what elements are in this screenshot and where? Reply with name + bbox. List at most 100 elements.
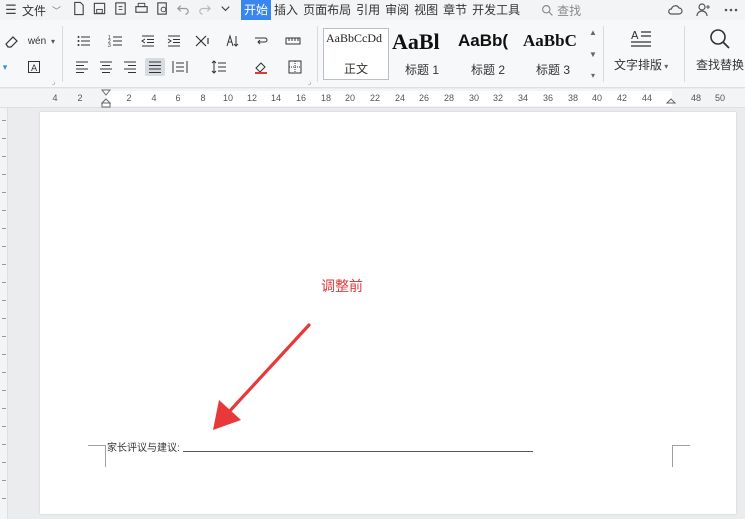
tab-page-layout[interactable]: 页面布局 — [301, 0, 353, 20]
vertical-ruler[interactable] — [0, 108, 8, 519]
horizontal-ruler[interactable]: 4 2 2 4 6 8 10 12 14 16 18 20 22 24 26 2… — [0, 89, 745, 108]
dialog-launcher-icon[interactable]: ⌟ — [52, 78, 55, 86]
tab-review[interactable]: 审阅 — [383, 0, 411, 20]
ruler-tick: 44 — [641, 93, 653, 103]
crop-mark — [88, 445, 106, 467]
search-box[interactable]: 查找 — [541, 2, 581, 19]
menu-icon[interactable]: ☰ — [0, 2, 22, 18]
styles-scroll-down-icon[interactable]: ▼ — [589, 50, 597, 59]
style-heading-1-label: 标题 1 — [404, 63, 439, 77]
ruler-tick: 10 — [222, 93, 234, 103]
sort-icon[interactable] — [222, 32, 242, 50]
more-options-icon[interactable] — [723, 2, 739, 21]
share-user-icon[interactable] — [695, 2, 711, 21]
decrease-indent-icon[interactable] — [138, 32, 158, 50]
shading-icon[interactable] — [248, 58, 274, 76]
ruler-tick: 16 — [295, 93, 307, 103]
tab-references[interactable]: 引用 — [354, 0, 382, 20]
form-line[interactable]: 家长评议与建议: — [107, 439, 533, 454]
form-line-underline — [182, 451, 533, 452]
new-document-icon[interactable] — [71, 1, 86, 19]
redo-icon[interactable] — [197, 1, 212, 19]
find-replace-label: 查找替换 — [696, 58, 745, 72]
ruler-tick: 14 — [270, 93, 282, 103]
export-pdf-icon[interactable] — [113, 1, 128, 19]
font-color-dropdown-icon[interactable]: ▾ — [0, 58, 10, 76]
ruler-tick: 18 — [320, 93, 332, 103]
ruler-tick: 34 — [517, 93, 529, 103]
ruler-tick: 24 — [394, 93, 406, 103]
tab-developer[interactable]: 开发工具 — [470, 0, 522, 20]
crop-mark — [672, 445, 690, 467]
style-heading-3-label: 标题 3 — [535, 63, 570, 77]
phonetic-guide-label: wén — [27, 35, 47, 47]
file-menu[interactable]: 文件 ﹀ — [22, 2, 61, 19]
styles-expand-icon[interactable]: ▾ — [591, 71, 595, 80]
eraser-icon[interactable] — [2, 32, 22, 50]
style-normal-label: 正文 — [343, 62, 368, 76]
increase-indent-icon[interactable] — [164, 32, 184, 50]
ruler-tick: 48 — [690, 93, 702, 103]
file-menu-label: 文件 — [22, 3, 47, 18]
borders-icon[interactable] — [282, 58, 308, 76]
cloud-sync-icon[interactable] — [667, 2, 683, 21]
menu-bar: ☰ 文件 ﹀ 开始 插入 页面布局 引用 审阅 视图 章节 开发工具 查找 — [0, 0, 745, 20]
ruler-tick: 12 — [246, 93, 258, 103]
ruler-tick: 26 — [418, 93, 430, 103]
chinese-layout-icon[interactable] — [190, 32, 214, 50]
tab-chapter[interactable]: 章节 — [441, 0, 469, 20]
first-line-indent-marker[interactable] — [101, 89, 111, 108]
numbered-list-icon[interactable]: 123 — [104, 32, 128, 50]
ruler-tick: 38 — [567, 93, 579, 103]
save-icon[interactable] — [92, 1, 107, 19]
style-heading-2-label: 标题 2 — [470, 63, 505, 77]
style-heading-3[interactable]: AaBbC 标题 3 — [521, 28, 585, 80]
ruler-tick: 8 — [200, 93, 206, 103]
style-heading-2-sample: AaBb( — [458, 31, 509, 50]
phonetic-guide-button[interactable]: wén — [26, 32, 48, 50]
ruler-tick: 4 — [151, 93, 157, 103]
align-left-icon[interactable] — [72, 58, 92, 76]
ruler-tick: 32 — [492, 93, 504, 103]
right-indent-marker[interactable] — [666, 89, 676, 108]
annotation-label: 调整前 — [321, 279, 363, 295]
align-right-icon[interactable] — [120, 58, 140, 76]
ruler-tick: 40 — [591, 93, 603, 103]
dialog-launcher-icon[interactable]: ⌟ — [308, 78, 311, 86]
svg-text:A: A — [631, 29, 639, 42]
tab-view[interactable]: 视图 — [412, 0, 440, 20]
ruler-tick: 2 — [126, 93, 132, 103]
style-heading-3-sample: AaBbC — [523, 31, 577, 50]
style-heading-2[interactable]: AaBb( 标题 2 — [456, 28, 520, 80]
style-heading-1-sample: AaBl — [392, 30, 440, 54]
align-center-icon[interactable] — [96, 58, 116, 76]
line-break-icon[interactable] — [248, 32, 274, 50]
quick-access-toolbar — [71, 1, 233, 19]
print-icon[interactable] — [134, 1, 149, 19]
search-icon — [542, 4, 553, 16]
print-preview-icon[interactable] — [155, 1, 170, 19]
search-label: 查找 — [557, 3, 582, 18]
tab-home[interactable]: 开始 — [241, 0, 272, 20]
text-layout-button[interactable]: A 文字排版 ▾ — [614, 26, 668, 73]
chevron-down-icon: ▾ — [662, 62, 669, 71]
annotation-arrow — [213, 323, 311, 430]
ruler-tick: 22 — [369, 93, 381, 103]
bullet-list-icon[interactable] — [72, 32, 96, 50]
find-replace-button[interactable]: 查找替换 — [696, 26, 744, 73]
ribbon-home: wén ▾ ▾ A 123 AaBbCcDd 正文 AaBl 标题 1 AaBb… — [0, 20, 745, 88]
ruler-toggle-icon[interactable] — [282, 32, 304, 50]
customize-dropdown-icon[interactable] — [218, 1, 233, 19]
style-heading-1[interactable]: AaBl 标题 1 — [390, 28, 454, 80]
ruler-tick: 30 — [468, 93, 480, 103]
distributed-align-icon[interactable] — [170, 58, 190, 76]
tab-insert[interactable]: 插入 — [272, 0, 300, 20]
style-normal[interactable]: AaBbCcDd 正文 — [323, 28, 389, 80]
chevron-down-icon[interactable]: ▾ — [48, 32, 58, 50]
justify-icon[interactable] — [145, 58, 165, 76]
line-spacing-icon[interactable] — [204, 58, 234, 76]
style-normal-sample: AaBbCcDd — [326, 31, 382, 45]
character-border-icon[interactable]: A — [24, 58, 44, 76]
undo-icon[interactable] — [176, 1, 191, 19]
styles-scroll-up-icon[interactable]: ▲ — [589, 28, 597, 37]
